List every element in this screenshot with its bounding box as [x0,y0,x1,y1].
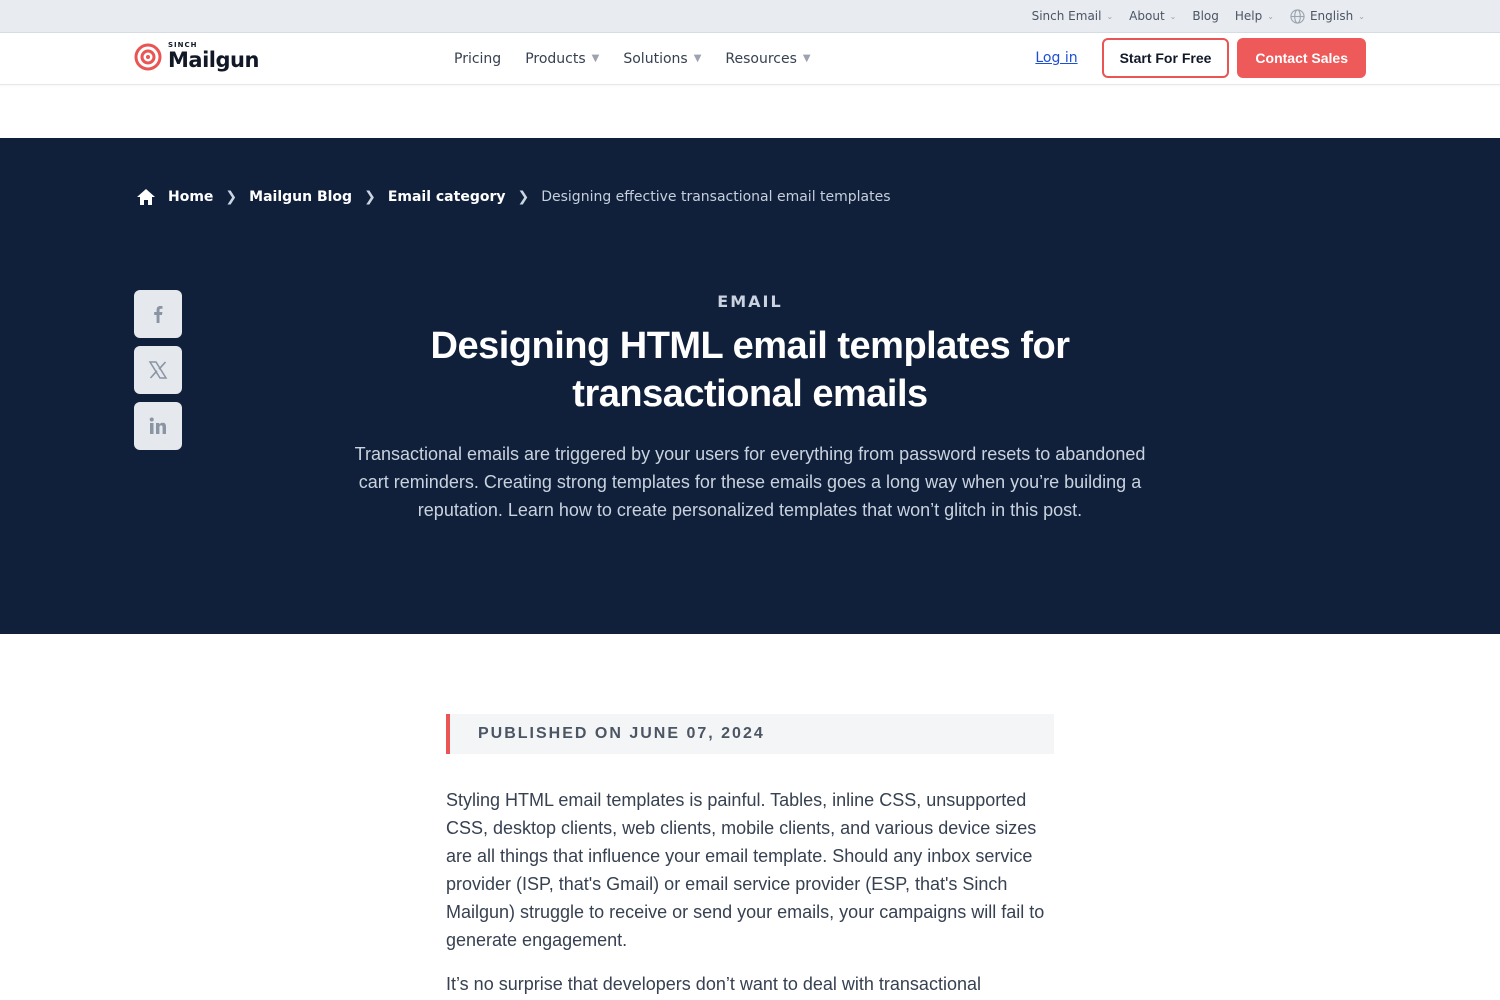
chevron-right-icon: ❯ [517,189,530,205]
nav-item-label: Resources [725,50,797,67]
chevron-down-icon: ⌄ [1267,11,1274,21]
utility-item-help[interactable]: Help ⌄ [1235,9,1274,23]
chevron-down-icon: ⌄ [1358,11,1365,21]
breadcrumb: Home ❯ Mailgun Blog ❯ Email category ❯ D… [136,188,891,206]
utility-item-label: Blog [1192,9,1219,23]
globe-icon [1290,8,1305,24]
language-label: English [1309,9,1354,23]
linkedin-icon [149,417,166,434]
contact-sales-button[interactable]: Contact Sales [1237,38,1366,78]
nav-item-resources[interactable]: Resources ▼ [725,51,810,67]
chevron-right-icon: ❯ [225,189,238,205]
article-paragraph: It’s no surprise that developers don’t w… [446,974,981,994]
logo-main: Mailgun [168,48,259,72]
utility-item-label: Sinch Email [1031,9,1102,23]
breadcrumb-category[interactable]: Email category [388,189,506,205]
share-buttons [134,290,182,450]
nav-item-label: Products [525,50,586,67]
breadcrumb-current: Designing effective transactional email … [541,189,891,205]
main-header: SINCH Mailgun Pricing Products ▼ Solutio… [0,33,1500,85]
utility-bar: Sinch Email ⌄ About ⌄ Blog Help ⌄ Englis… [0,0,1500,33]
chevron-down-icon: ⌄ [1106,11,1114,21]
start-for-free-button[interactable]: Start For Free [1101,38,1230,78]
chevron-down-icon: ▼ [693,53,702,64]
article-title: Designing HTML email templates for trans… [430,325,1070,415]
hero-section: Home ❯ Mailgun Blog ❯ Email category ❯ D… [0,138,1500,634]
nav-item-label: Solutions [623,50,688,67]
share-x-button[interactable] [134,346,182,394]
article-category: EMAIL [717,292,783,311]
article-paragraph: Styling HTML email templates is painful.… [446,790,1045,950]
article-description: Transactional emails are triggered by yo… [354,444,1146,520]
utility-item-sinch-email[interactable]: Sinch Email ⌄ [1032,9,1114,23]
utility-item-label: About [1129,9,1165,23]
x-twitter-icon [148,361,168,379]
chevron-down-icon: ▼ [802,53,811,64]
mailgun-logo-mark-icon [134,43,162,71]
primary-nav: Pricing Products ▼ Solutions ▼ Resources… [454,33,811,84]
login-link[interactable]: Log in [1035,50,1077,66]
breadcrumb-home[interactable]: Home [168,189,213,205]
chevron-right-icon: ❯ [364,189,376,205]
utility-nav: Sinch Email ⌄ About ⌄ Blog Help ⌄ Englis… [1032,0,1365,32]
utility-item-blog[interactable]: Blog [1192,9,1219,23]
utility-item-about[interactable]: About ⌄ [1129,9,1176,23]
chevron-down-icon: ▼ [591,53,600,64]
home-icon[interactable] [136,188,156,206]
nav-item-products[interactable]: Products ▼ [525,51,599,67]
utility-item-label: Help [1234,9,1263,23]
breadcrumb-blog[interactable]: Mailgun Blog [249,189,352,205]
mailgun-logo[interactable]: SINCH Mailgun [134,42,259,71]
share-linkedin-button[interactable] [134,402,182,450]
nav-item-pricing[interactable]: Pricing [454,51,501,67]
nav-item-label: Pricing [454,50,502,67]
published-date: PUBLISHED ON JUNE 07, 2024 [446,714,1054,754]
nav-item-solutions[interactable]: Solutions ▼ [623,51,701,67]
language-selector[interactable]: English ⌄ [1290,8,1365,24]
header-actions: Log in Start For Free Contact Sales [1035,38,1366,78]
logo-text: SINCH Mailgun [168,42,259,71]
chevron-down-icon: ⌄ [1169,11,1177,21]
